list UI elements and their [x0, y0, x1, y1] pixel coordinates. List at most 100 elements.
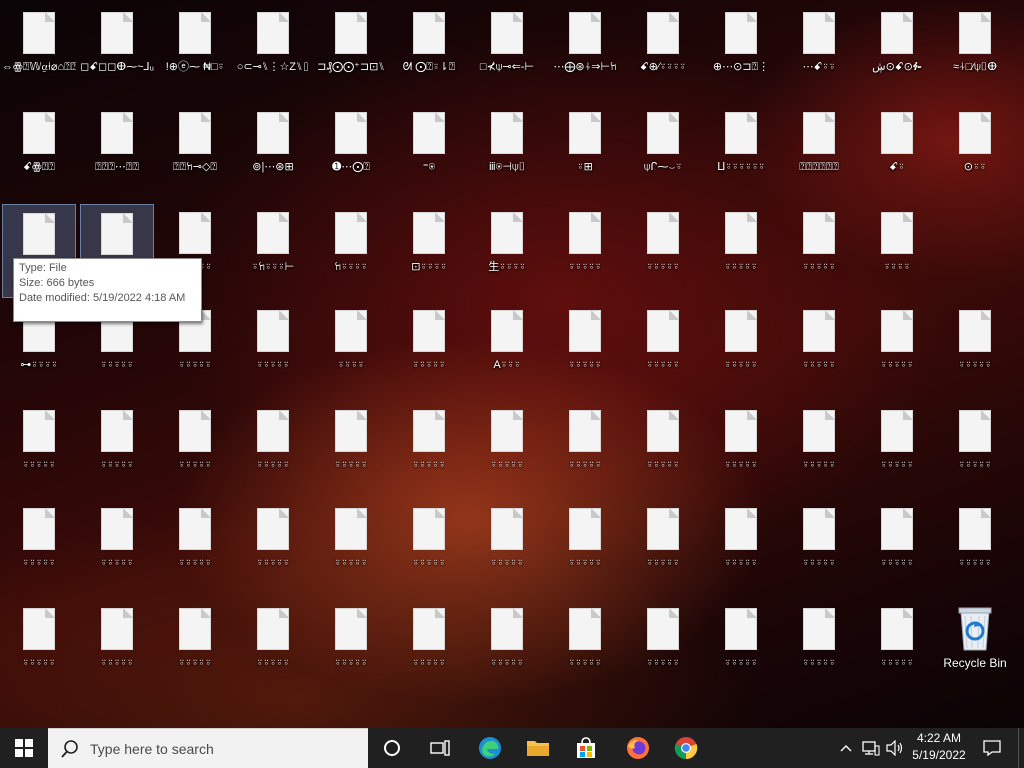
desktop-file-icon[interactable]: ⍤⍤⍤⍤⍤ [2, 402, 76, 496]
desktop-file-icon[interactable]: ⍤⍤⍤⍤⍤ [704, 402, 778, 496]
desktop-file-icon[interactable]: ⍤⍤⍤⍤⍤ [392, 600, 466, 694]
desktop-file-icon[interactable]: ⁼⍟ [392, 104, 466, 198]
desktop-file-icon[interactable]: ⍤⍤⍤⍤⍤ [938, 302, 1012, 396]
desktop-file-icon[interactable]: ⍤⍤⍤⍤⍤ [314, 402, 388, 496]
desktop-file-icon[interactable]: ⍤⍤⍤⍤⍤ [236, 600, 310, 694]
desktop-file-icon[interactable]: ⵡ⍤⍤⍤⍤⍤⍤ [704, 104, 778, 198]
desktop-file-icon[interactable]: ⍰⍰⍰⋯⍰⍰ [80, 104, 154, 198]
desktop-file-icon[interactable]: ➊⋯⨀⍰ [314, 104, 388, 198]
desktop-file-icon[interactable]: ⍤⍤⍤⍤⍤ [314, 500, 388, 594]
desktop-file-icon[interactable]: ⍤⍤⍤⍤⍤ [626, 402, 700, 496]
desktop-file-icon[interactable]: ⍤⍤⍤⍤⍤ [392, 402, 466, 496]
firefox-button[interactable] [618, 728, 658, 768]
cortana-button[interactable] [372, 728, 412, 768]
desktop-file-icon[interactable]: ⍤⍤⍤⍤⍤ [704, 500, 778, 594]
desktop-file-icon[interactable]: 生⍤⍤⍤⍤ [470, 204, 544, 298]
desktop-file-icon[interactable]: ꗃꙮ⍰⍰ [2, 104, 76, 198]
desktop-file-icon[interactable]: ⍤⍤⍤⍤⍤ [548, 204, 622, 298]
desktop-file-icon[interactable]: ⍤⍤⍤⍤⍤ [236, 402, 310, 496]
desktop-file-icon[interactable]: ⊡⍤⍤⍤⍤ [392, 204, 466, 298]
desktop-file-icon[interactable]: ⍤⍤⍤⍤⍤ [470, 600, 544, 694]
desktop-file-icon[interactable]: ⍤⍤⍤⍤⍤ [80, 402, 154, 496]
chrome-button[interactable] [666, 728, 706, 768]
store-button[interactable] [566, 728, 606, 768]
desktop-file-icon[interactable]: ⍤⍤⍤⍤⍤ [548, 600, 622, 694]
edge-taskbar-button[interactable] [470, 728, 510, 768]
desktop-file-icon[interactable]: ꖷ⍤⍤⍤⍤ [314, 204, 388, 298]
desktop-file-icon[interactable]: ⍤⍤⍤⍤⍤ [158, 500, 232, 594]
network-button[interactable] [860, 728, 882, 768]
desktop-file-icon[interactable]: ⍤⍤⍤⍤⍤ [626, 302, 700, 396]
desktop-file-icon[interactable]: ⍤⍤⍤⍤⍤ [860, 402, 934, 496]
search-box[interactable]: Type here to search [48, 728, 368, 768]
recycle-bin[interactable]: Recycle Bin [938, 602, 1012, 682]
desktop-file-icon[interactable]: ⍤⍤⍤⍤⍤ [782, 600, 856, 694]
desktop-file-icon[interactable]: ⍤⍤⍤⍤⍤ [236, 500, 310, 594]
desktop-file-icon[interactable]: ꗃ⊕⁄⍤⍤⍤⍤ [626, 4, 700, 98]
desktop-file-icon[interactable]: ⍤⍤⍤⍤⍤ [548, 500, 622, 594]
desktop-file-icon[interactable]: ⍤⍤⍤⍤⍤ [782, 204, 856, 298]
file-explorer-button[interactable] [518, 728, 558, 768]
desktop-file-icon[interactable]: ⍤⍤⍤⍤⍤ [548, 302, 622, 396]
desktop-file-icon[interactable]: ⍤⍤⍤⍤⍤ [782, 500, 856, 594]
desktop-file-icon[interactable]: ⍤ꖷ⍤⍤⍤⊢ [236, 204, 310, 298]
desktop-file-icon[interactable]: ⍤⍤⍤⍤⍤ [704, 302, 778, 396]
desktop-file-icon[interactable]: ⊙⍤⍤ [938, 104, 1012, 198]
desktop-file-icon[interactable]: ᘛ ⨀⍰⍤⇂⍰ [392, 4, 466, 98]
desktop-file-icon[interactable]: ⍤⍤⍤⍤⍤ [626, 500, 700, 594]
desktop-file-icon[interactable]: ⊐₰⨀⨀⁺⊐⊡⑊ [314, 4, 388, 98]
desktop-file-icon[interactable]: ⍤⍤⍤⍤⍤ [2, 600, 76, 694]
desktop-file-icon[interactable]: !⊕ⓔ⁓ ₦□⍤ [158, 4, 232, 98]
desktop-file-icon[interactable]: ⍤⍤⍤⍤⍤ [80, 500, 154, 594]
desktop-file-icon[interactable]: ⍤⍤⍤⍤⍤ [938, 500, 1012, 594]
task-view-button[interactable] [420, 728, 460, 768]
clock[interactable]: 4:22 AM 5/19/2022 [906, 730, 972, 766]
desktop-file-icon[interactable]: ⍤⍤⍤⍤⍤ [392, 302, 466, 396]
desktop-file-icon[interactable]: ◻ꗃ◻◻ⴲ⁓~⅃ᵤ [80, 4, 154, 98]
desktop-file-icon[interactable]: ڜ⊙ꗃ⊙ᎊ [860, 4, 934, 98]
desktop-file-icon[interactable]: ⍤⍤⍤⍤⍤ [158, 600, 232, 694]
desktop-file-icon[interactable]: ⍤⍤⍤⍤⍤ [470, 500, 544, 594]
desktop-file-icon[interactable]: ⍤⍤⍤⍤ [314, 302, 388, 396]
desktop-file-icon[interactable]: ⇔ꙮ⍰𝕎⍶⍿⌀⌂⍰⍰⍰ [2, 4, 76, 98]
desktop-file-icon[interactable]: ⍤⍤⍤⍤⍤ [860, 600, 934, 694]
desktop-file-icon[interactable]: ⍤⍤⍤⍤⍤ [470, 402, 544, 496]
desktop-file-icon[interactable]: ⍤⍤⍤⍤⍤ [236, 302, 310, 396]
desktop-file-icon[interactable]: ⍤⍤⍤⍤⍤ [158, 402, 232, 496]
desktop-file-icon[interactable]: ⍤⊞ [548, 104, 622, 198]
desktop-file-icon[interactable]: ≈⍭□⁄⍦⌷ⴲ [938, 4, 1012, 98]
desktop-file-icon[interactable]: ⊕⋯⊙⊐⍰⋮ [704, 4, 778, 98]
desktop-file-icon[interactable]: ⍤⍤⍤⍤⍤ [314, 600, 388, 694]
desktop-file-icon[interactable]: ⍰⍰ꖷ⊸◇⍰ [158, 104, 232, 198]
desktop-file-icon[interactable]: ⍤⍤⍤⍤⍤ [2, 500, 76, 594]
desktop-file-icon[interactable]: ⍤⍤⍤⍤⍤ [782, 302, 856, 396]
desktop-file-icon[interactable]: ⋯⨁⊛⍭⇒⊢ꖷ [548, 4, 622, 98]
show-hidden-icons-button[interactable] [836, 728, 856, 768]
desktop-file-icon[interactable]: ⍤⍤⍤⍤⍤ [626, 600, 700, 694]
desktop-file-icon[interactable]: ⍤⍤⍤⍤⍤ [782, 402, 856, 496]
desktop-file-icon[interactable]: ⍤⍤⍤⍤⍤ [80, 600, 154, 694]
volume-button[interactable] [884, 728, 906, 768]
desktop-file-icon[interactable]: ꗃ⍤ [860, 104, 934, 198]
desktop-file-icon[interactable]: ○⊂⊸⑊⋮☆Z⑊⌷ [236, 4, 310, 98]
start-button[interactable] [0, 728, 48, 768]
desktop-file-icon[interactable]: ⍦ᒋ⁓⌣⍤ [626, 104, 700, 198]
desktop-file-icon[interactable]: ⅲ⍟⊣⍦⌷ [470, 104, 544, 198]
desktop-file-icon[interactable]: ⍤⍤⍤⍤⍤ [860, 500, 934, 594]
desktop-file-icon[interactable]: ⋯ꗃ⍤⍤ [782, 4, 856, 98]
desktop-file-icon[interactable]: ⍤⍤⍤⍤⍤ [392, 500, 466, 594]
desktop-file-icon[interactable]: ⍤⍤⍤⍤⍤ [704, 204, 778, 298]
desktop-file-icon[interactable]: ⍤⍤⍤⍤⍤ [938, 402, 1012, 496]
desktop-file-icon[interactable]: ⍤⍤⍤⍤⍤ [704, 600, 778, 694]
desktop-file-icon[interactable]: ⍰⍰⍰⍰⍰⍰ [782, 104, 856, 198]
desktop-file-icon[interactable]: ⍤⍤⍤⍤⍤ [548, 402, 622, 496]
show-desktop-button[interactable] [1018, 728, 1024, 768]
desktop-file-icon[interactable]: □⊀⍦⊸⇐-⊢ [470, 4, 544, 98]
desktop-file-icon[interactable]: ⍤⍤⍤⍤ [860, 204, 934, 298]
desktop-file-icon[interactable]: ⍤⍤⍤⍤⍤ [860, 302, 934, 396]
desktop-file-icon[interactable]: ⊚|⋯⊛⊞ [236, 104, 310, 198]
desktop-file-icon[interactable]: A⍤⍤⍤ [470, 302, 544, 396]
desktop[interactable]: ⇔ꙮ⍰𝕎⍶⍿⌀⌂⍰⍰⍰ ◻ꗃ◻◻ⴲ⁓~⅃ᵤ !⊕ⓔ⁓ ₦□⍤ ○⊂⊸⑊⋮☆Z⑊⌷ ⊐₰⨀… [0, 0, 1024, 730]
desktop-file-icon[interactable]: ⍤⍤⍤⍤⍤ [626, 204, 700, 298]
action-center-button[interactable] [978, 728, 1006, 768]
